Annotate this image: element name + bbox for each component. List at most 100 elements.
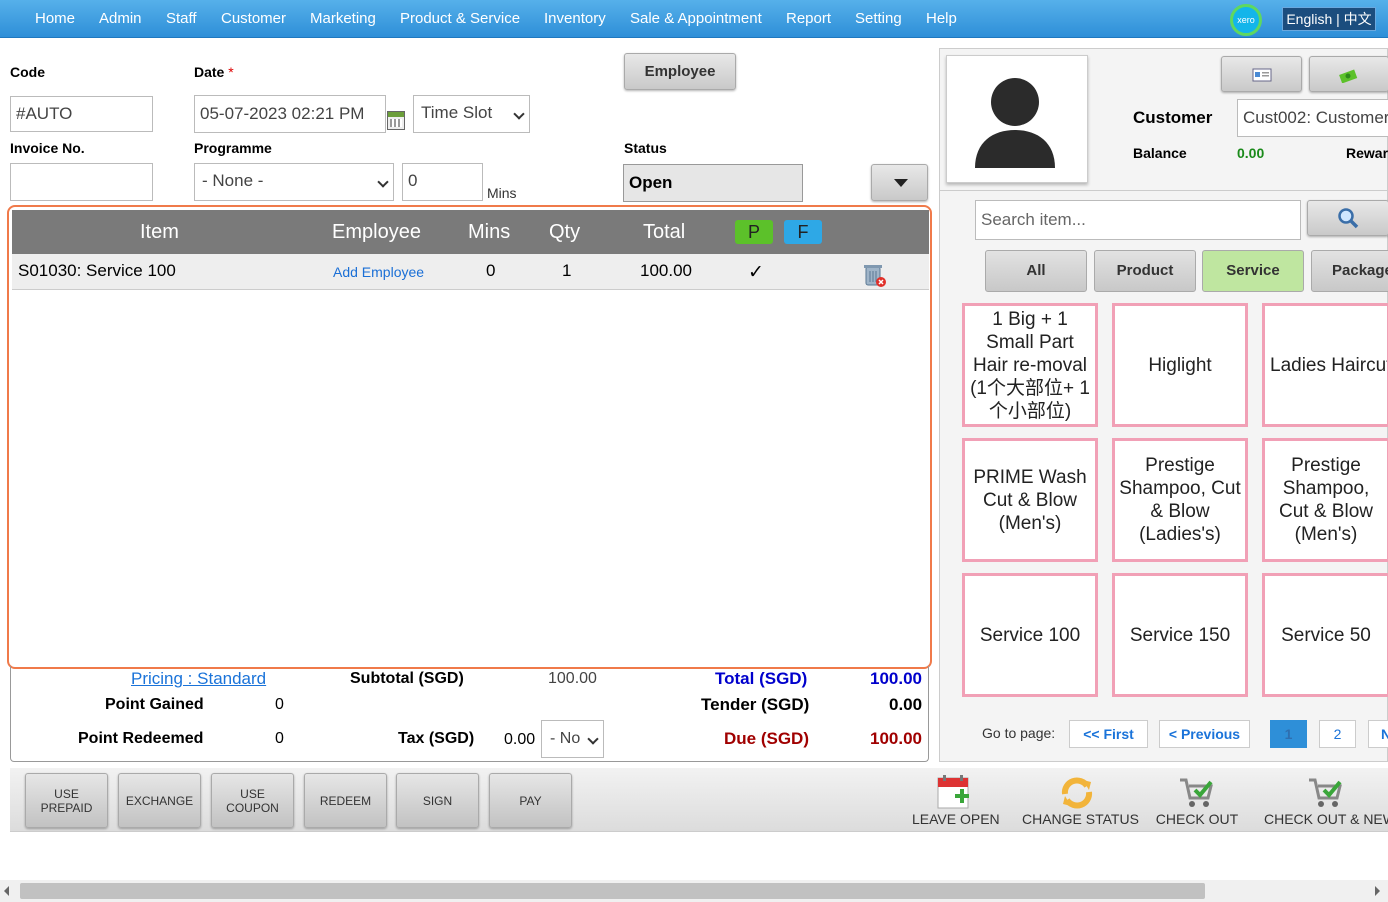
customer-money-button[interactable] <box>1309 56 1388 92</box>
date-input[interactable]: 05-07-2023 02:21 PM <box>194 95 386 133</box>
date-label-text: Date <box>194 64 225 80</box>
add-employee-link[interactable]: Add Employee <box>333 264 424 280</box>
check-out-new-action[interactable]: CHECK OUT & NEW <box>1264 774 1388 827</box>
time-slot-select[interactable]: Time Slot <box>413 95 530 133</box>
search-icon <box>1338 208 1359 229</box>
calendar-icon[interactable] <box>387 111 405 130</box>
page-previous[interactable]: < Previous <box>1159 720 1250 748</box>
service-tile[interactable]: Higlight <box>1112 303 1248 427</box>
nav-marketing[interactable]: Marketing <box>310 10 376 27</box>
check-icon: ✓ <box>748 262 764 283</box>
nav-help[interactable]: Help <box>926 10 957 27</box>
change-status-action[interactable]: CHANGE STATUS <box>1022 774 1139 827</box>
check-out-action[interactable]: CHECK OUT <box>1152 774 1242 827</box>
service-tile[interactable]: Service 100 <box>962 573 1098 697</box>
trash-delete-icon[interactable] <box>863 263 886 287</box>
pay-button[interactable]: PAY <box>489 773 572 828</box>
col-mins: Mins <box>468 221 511 243</box>
p-badge[interactable]: P <box>735 220 773 244</box>
point-gained-label: Point Gained <box>105 696 204 713</box>
row-qty: 1 <box>562 261 572 280</box>
redeem-button[interactable]: REDEEM <box>304 773 387 828</box>
nav-inventory[interactable]: Inventory <box>544 10 606 27</box>
language-switcher[interactable]: English | 中文 <box>1282 7 1376 31</box>
nav-report[interactable]: Report <box>786 10 831 27</box>
nav-customer[interactable]: Customer <box>221 10 286 27</box>
category-package[interactable]: Package <box>1311 250 1388 292</box>
row-item: S01030: Service 100 <box>18 261 176 280</box>
tax-label: Tax (SGD) <box>398 730 475 747</box>
page-next[interactable]: N <box>1368 720 1388 748</box>
customer-input[interactable]: Cust002: Customer <box>1237 99 1388 137</box>
page-first[interactable]: << First <box>1069 720 1148 748</box>
nav-sale-appointment[interactable]: Sale & Appointment <box>630 10 762 27</box>
category-product[interactable]: Product <box>1094 250 1196 292</box>
cart-check-new-icon <box>1309 778 1342 807</box>
avatar[interactable] <box>946 55 1088 183</box>
required-marker: * <box>228 64 234 80</box>
table-row[interactable]: S01030: Service 100 Add Employee 0 1 100… <box>12 254 929 290</box>
invoice-label: Invoice No. <box>10 140 85 156</box>
status-label: Status <box>624 140 667 156</box>
nav-staff[interactable]: Staff <box>166 10 197 27</box>
programme-value: - None - <box>202 171 264 190</box>
use-coupon-button[interactable]: USE COUPON <box>211 773 294 828</box>
col-total: Total <box>643 221 686 243</box>
check-out-new-label: CHECK OUT & NEW <box>1264 811 1388 827</box>
scroll-right-icon[interactable] <box>1375 886 1380 896</box>
search-button[interactable] <box>1307 200 1388 236</box>
service-tile[interactable]: PRIME Wash Cut & Blow (Men's) <box>962 438 1098 562</box>
time-slot-value: Time Slot <box>421 103 493 122</box>
scrollbar-thumb[interactable] <box>20 883 1205 899</box>
use-prepaid-button[interactable]: USE PREPAID <box>25 773 108 828</box>
calendar-add-icon <box>937 775 969 809</box>
cart-check-icon <box>1180 778 1213 807</box>
point-redeemed-value: 0 <box>275 730 284 747</box>
customer-card-button[interactable] <box>1221 56 1302 92</box>
programme-select[interactable]: - None - <box>194 163 394 201</box>
mins-label: Mins <box>487 185 517 201</box>
row-mins: 0 <box>486 261 496 280</box>
service-tile[interactable]: Service 150 <box>1112 573 1248 697</box>
page-1[interactable]: 1 <box>1270 720 1307 748</box>
right-panel: Customer Cust002: Customer Balance 0.00 … <box>939 48 1388 762</box>
date-label: Date * <box>194 64 234 80</box>
exchange-button[interactable]: EXCHANGE <box>118 773 201 828</box>
nav-admin[interactable]: Admin <box>99 10 142 27</box>
caret-down-icon <box>894 179 908 187</box>
nav-setting[interactable]: Setting <box>855 10 902 27</box>
chevron-down-icon <box>587 733 599 745</box>
page-2[interactable]: 2 <box>1319 720 1356 748</box>
service-tile[interactable]: Prestige Shampoo, Cut & Blow (Ladies's) <box>1112 438 1248 562</box>
service-tile[interactable]: 1 Big + 1 Small Part Hair re-moval (1个大部… <box>962 303 1098 427</box>
total-value: 100.00 <box>870 669 922 688</box>
invoice-input[interactable] <box>10 163 153 201</box>
money-icon <box>1339 69 1358 84</box>
tax-value: 0.00 <box>504 731 536 748</box>
f-badge[interactable]: F <box>784 220 822 244</box>
tax-select[interactable]: - No <box>541 720 604 758</box>
service-tile[interactable]: Ladies Haircut <box>1262 303 1388 427</box>
totals-panel: Pricing : Standard Subtotal (SGD) 100.00… <box>10 666 929 762</box>
sign-button[interactable]: SIGN <box>396 773 479 828</box>
nav-product-service[interactable]: Product & Service <box>400 10 520 27</box>
status-field[interactable]: Open <box>623 164 803 202</box>
mins-input[interactable]: 0 <box>402 163 483 201</box>
code-input[interactable]: #AUTO <box>10 96 153 132</box>
status-dropdown-button[interactable] <box>871 164 928 201</box>
search-input[interactable]: Search item... <box>975 200 1301 240</box>
leave-open-action[interactable]: LEAVE OPEN <box>912 774 1000 827</box>
refresh-icon <box>1061 777 1093 809</box>
category-all[interactable]: All <box>985 250 1087 292</box>
nav-home[interactable]: Home <box>35 10 75 27</box>
service-tile[interactable]: Service 50 <box>1262 573 1388 697</box>
xero-logo-icon[interactable]: xero <box>1230 4 1262 36</box>
employee-button[interactable]: Employee <box>624 53 736 90</box>
horizontal-scrollbar[interactable] <box>0 880 1388 902</box>
service-tile[interactable]: Prestige Shampoo, Cut & Blow (Men's) <box>1262 438 1388 562</box>
category-service[interactable]: Service <box>1202 250 1304 292</box>
customer-label: Customer <box>1133 108 1213 127</box>
scroll-left-icon[interactable] <box>4 886 9 896</box>
go-to-page-label: Go to page: <box>982 725 1056 741</box>
pricing-link[interactable]: Pricing : Standard <box>131 669 266 689</box>
